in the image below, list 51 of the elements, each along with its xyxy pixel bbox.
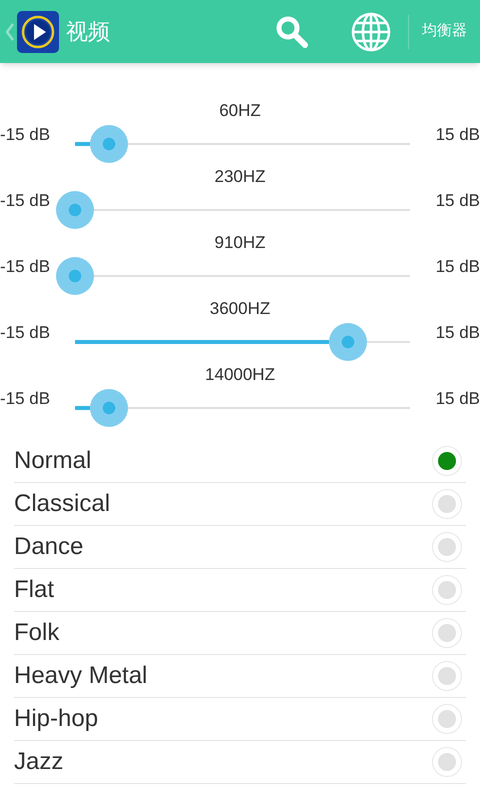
preset-name: Heavy Metal bbox=[14, 661, 148, 691]
preset-row[interactable]: Hip-hop bbox=[14, 698, 466, 741]
slider-thumb[interactable] bbox=[90, 389, 128, 427]
max-db-label: 15 dB bbox=[436, 388, 480, 410]
min-db-label: -15 dB bbox=[0, 388, 52, 410]
preset-name: Jazz bbox=[14, 747, 64, 777]
min-db-label: -15 dB bbox=[0, 190, 52, 212]
min-db-label: -15 dB bbox=[0, 322, 52, 344]
min-db-label: -15 dB bbox=[0, 124, 52, 146]
radio-button[interactable] bbox=[432, 704, 462, 734]
slider-fill bbox=[75, 406, 90, 410]
radio-button[interactable] bbox=[432, 446, 462, 476]
band-label: 230HZ bbox=[214, 166, 266, 188]
preset-row[interactable]: Folk bbox=[14, 612, 466, 655]
radio-button[interactable] bbox=[432, 489, 462, 519]
preset-row[interactable]: Dance bbox=[14, 526, 466, 569]
radio-button[interactable] bbox=[432, 747, 462, 777]
radio-button[interactable] bbox=[432, 532, 462, 562]
preset-name: Flat bbox=[14, 575, 56, 605]
preset-name: Normal bbox=[14, 446, 92, 476]
band-label: 3600HZ bbox=[210, 298, 270, 320]
band-label: 14000HZ bbox=[205, 364, 275, 386]
slider-thumb[interactable] bbox=[56, 257, 94, 295]
slider-thumb[interactable] bbox=[329, 323, 368, 361]
preset-name: Classical bbox=[14, 489, 112, 519]
radio-button[interactable] bbox=[432, 575, 462, 605]
preset-row[interactable]: Heavy Metal bbox=[14, 655, 466, 698]
band-label: 60HZ bbox=[219, 100, 261, 122]
preset-row[interactable]: Normal bbox=[14, 440, 466, 483]
max-db-label: 15 dB bbox=[436, 256, 480, 278]
search-icon[interactable] bbox=[275, 14, 309, 48]
max-db-label: 15 dB bbox=[436, 124, 480, 146]
app-title: 视频 bbox=[66, 18, 110, 46]
preset-row[interactable]: Flat bbox=[14, 569, 466, 612]
globe-icon[interactable] bbox=[351, 12, 391, 52]
preset-row[interactable]: Classical bbox=[14, 483, 466, 526]
preset-name: Hip-hop bbox=[14, 704, 100, 734]
preset-name: Dance bbox=[14, 532, 84, 562]
radio-button[interactable] bbox=[432, 661, 462, 691]
radio-button[interactable] bbox=[432, 618, 462, 648]
max-db-label: 15 dB bbox=[436, 190, 480, 212]
back-chevron-icon[interactable] bbox=[5, 22, 14, 40]
min-db-label: -15 dB bbox=[0, 256, 52, 278]
slider-thumb[interactable] bbox=[56, 191, 94, 229]
band-label: 910HZ bbox=[214, 232, 266, 254]
max-db-label: 15 dB bbox=[436, 322, 480, 344]
preset-row[interactable]: Jazz bbox=[14, 741, 466, 784]
slider-fill bbox=[75, 142, 90, 146]
slider-thumb[interactable] bbox=[90, 125, 128, 163]
app-logo-icon bbox=[17, 10, 59, 52]
preset-name: Folk bbox=[14, 618, 60, 648]
